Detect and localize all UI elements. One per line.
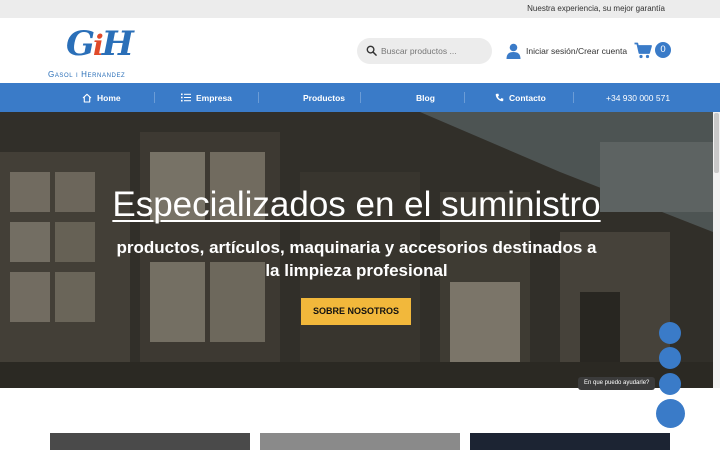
nav-item-label: Home bbox=[97, 92, 121, 103]
nav-phone-number[interactable]: +34 930 000 571 bbox=[606, 83, 670, 112]
nav-separator bbox=[258, 92, 259, 103]
category-card[interactable] bbox=[50, 433, 250, 450]
phone-icon bbox=[495, 93, 504, 102]
nav-item-label: Contacto bbox=[509, 92, 546, 103]
category-card[interactable] bbox=[260, 433, 460, 450]
chat-button[interactable] bbox=[656, 399, 685, 428]
help-tooltip: En que puedo ayudarle? bbox=[578, 377, 656, 390]
hero-banner: Especializados en el suministro producto… bbox=[0, 112, 713, 388]
nav-separator bbox=[573, 92, 574, 103]
nav-item-blog[interactable]: Blog bbox=[416, 83, 435, 112]
top-bar: Nuestra experiencia, su mejor garantía bbox=[0, 0, 720, 18]
nav-item-label: Productos bbox=[303, 92, 346, 103]
about-us-button[interactable]: SOBRE NOSOTROS bbox=[301, 298, 411, 325]
page: Nuestra experiencia, su mejor garantía G… bbox=[0, 0, 720, 450]
category-card[interactable] bbox=[470, 433, 670, 450]
nav-separator bbox=[154, 92, 155, 103]
list-icon bbox=[181, 93, 191, 102]
scrollbar-thumb[interactable] bbox=[714, 113, 719, 173]
floating-action-button[interactable] bbox=[659, 347, 681, 369]
nav-item-label: Blog bbox=[416, 92, 435, 103]
user-icon bbox=[506, 43, 521, 59]
logo[interactable]: GiH Gasol i Hernandez bbox=[48, 24, 152, 88]
phone-number-label: +34 930 000 571 bbox=[606, 92, 671, 103]
nav-item-empresa[interactable]: Empresa bbox=[181, 83, 232, 112]
account-link[interactable]: Iniciar sesión/Crear cuenta bbox=[506, 42, 627, 60]
search-input[interactable] bbox=[381, 42, 485, 60]
account-label: Iniciar sesión/Crear cuenta bbox=[526, 46, 628, 56]
nav-item-home[interactable]: Home bbox=[82, 83, 121, 112]
search-icon bbox=[366, 45, 377, 56]
nav-separator bbox=[464, 92, 465, 103]
logo-monogram: GiH bbox=[66, 24, 134, 64]
cart-button[interactable]: 0 bbox=[634, 41, 672, 61]
cart-count-badge: 0 bbox=[655, 42, 671, 58]
main-nav: Home Empresa Productos Blog Contacto +34… bbox=[0, 83, 720, 112]
search-box[interactable] bbox=[357, 38, 492, 64]
nav-item-label: Empresa bbox=[196, 92, 232, 103]
tagline: Nuestra experiencia, su mejor garantía bbox=[527, 4, 665, 13]
floating-action-button[interactable] bbox=[659, 322, 681, 344]
nav-item-productos[interactable]: Productos bbox=[303, 83, 345, 112]
logo-brand-name: Gasol i Hernandez bbox=[48, 70, 126, 79]
header: GiH Gasol i Hernandez Iniciar sesión/Cre… bbox=[0, 18, 720, 88]
floating-action-button[interactable] bbox=[659, 373, 681, 395]
hero-subtitle: productos, artículos, maquinaria y acces… bbox=[116, 238, 597, 280]
home-icon bbox=[82, 93, 92, 103]
nav-separator bbox=[360, 92, 361, 103]
hero-title: Especializados en el suministro bbox=[112, 185, 601, 224]
nav-item-contacto[interactable]: Contacto bbox=[495, 83, 546, 112]
cart-icon bbox=[634, 42, 652, 59]
